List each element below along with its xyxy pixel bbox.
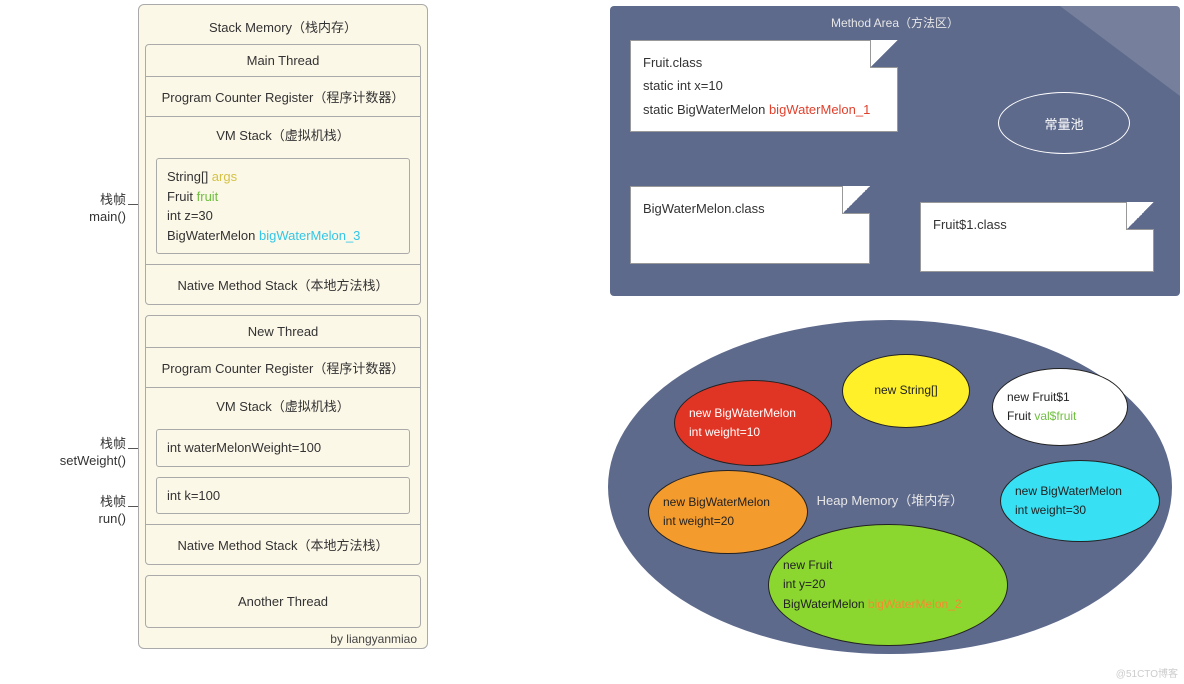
doc-line: Fruit.class [643,51,885,74]
frame-run: int k=100 [156,477,410,515]
thread-another: Another Thread [145,575,421,628]
nms-new: Native Method Stack（本地方法栈） [146,524,420,564]
vmstack-new-label: VM Stack（虚拟机栈） [146,388,420,423]
doc-line: BigWaterMelon.class [643,197,857,220]
frame-label-run: 栈帧 run() [16,494,126,528]
docfold-icon [842,186,870,214]
frame-setweight: int waterMelonWeight=100 [156,429,410,467]
thread-main: Main Thread Program Counter Register（程序计… [145,44,421,305]
docfold-icon [870,40,898,68]
obj-orange: new BigWaterMelon int weight=20 [648,470,808,554]
doc-fruit1-class: Fruit$1.class [920,202,1154,272]
doc-line: Fruit$1.class [933,213,1141,236]
obj-cyan: new BigWaterMelon int weight=30 [1000,460,1160,542]
doc-bigwatermelon-class: BigWaterMelon.class [630,186,870,264]
obj-line: new String[] [874,381,937,400]
frame-line: int z=30 [167,206,399,226]
frame-line: int waterMelonWeight=100 [167,440,321,455]
frame-line: int k=100 [167,488,220,503]
obj-red: new BigWaterMelon int weight=10 [674,380,832,466]
frame-label-main: 栈帧 main() [16,192,126,226]
obj-line: BigWaterMelon bigWaterMelon_2 [783,595,993,614]
frame-label-setweight: 栈帧 setWeight() [16,436,126,470]
obj-line: new Fruit$1 [1007,388,1113,407]
frame-line: String[] args [167,167,399,187]
heap-panel: Heap Memory（堆内存） new BigWaterMelon int w… [608,320,1172,654]
pcr-main: Program Counter Register（程序计数器） [146,77,420,117]
constant-pool: 常量池 [998,92,1130,154]
pcr-new: Program Counter Register（程序计数器） [146,348,420,388]
obj-yellow: new String[] [842,354,970,428]
obj-line: int weight=30 [1015,501,1145,520]
method-area-panel: Method Area（方法区） Fruit.class static int … [610,6,1180,296]
docfold-icon [1126,202,1154,230]
obj-green: new Fruit int y=20 BigWaterMelon bigWate… [768,524,1008,646]
nms-main: Native Method Stack（本地方法栈） [146,264,420,304]
obj-line: int y=20 [783,575,993,594]
obj-line: new Fruit [783,556,993,575]
thread-main-title: Main Thread [146,45,420,77]
vmstack-main-label: VM Stack（虚拟机栈） [146,117,420,152]
thread-new-title: New Thread [146,316,420,348]
obj-line: new BigWaterMelon [689,404,817,423]
stack-title: Stack Memory（栈内存） [145,11,421,44]
obj-line: new BigWaterMelon [1015,482,1145,501]
obj-line: new BigWaterMelon [663,493,793,512]
frame-main: String[] args Fruit fruit int z=30 BigWa… [156,158,410,254]
frame-line: BigWaterMelon bigWaterMelon_3 [167,226,399,246]
credit: by liangyanmiao [145,632,421,646]
doc-fruit-class: Fruit.class static int x=10 static BigWa… [630,40,898,132]
panel-fold-icon [1060,6,1180,96]
obj-line: int weight=20 [663,512,793,531]
obj-white: new Fruit$1 Fruit val$fruit [992,368,1128,446]
thread-new: New Thread Program Counter Register（程序计数… [145,315,421,565]
stack-memory-panel: Stack Memory（栈内存） Main Thread Program Co… [138,4,428,649]
watermark: @51CTO博客 [1116,665,1178,680]
frame-line: Fruit fruit [167,187,399,207]
obj-line: int weight=10 [689,423,817,442]
doc-line: static BigWaterMelon bigWaterMelon_1 [643,98,885,121]
obj-line: Fruit val$fruit [1007,407,1113,426]
doc-line: static int x=10 [643,74,885,97]
